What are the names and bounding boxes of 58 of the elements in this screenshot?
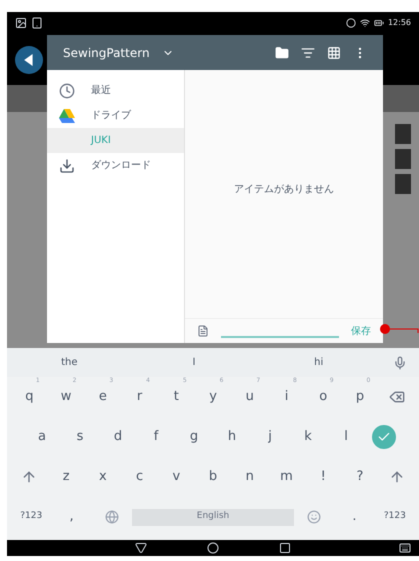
microphone-icon[interactable]	[393, 356, 408, 370]
keyboard-key[interactable]: b	[194, 457, 232, 497]
suggestion-chip[interactable]: hi	[256, 355, 382, 370]
tablet-icon	[31, 17, 43, 29]
keyboard-key[interactable]: ?123	[11, 497, 52, 537]
keyboard-key[interactable]: k	[289, 417, 327, 457]
back-icon[interactable]	[135, 542, 147, 554]
keyboard-key[interactable]: ,	[51, 497, 92, 537]
keyboard-key[interactable]: d	[99, 417, 137, 457]
back-icon	[15, 46, 43, 74]
keyboard-key[interactable]: z	[48, 457, 84, 497]
sidebar-item[interactable]: ドライブ	[47, 103, 184, 128]
keyboard-key[interactable]: f	[137, 417, 175, 457]
keyboard-key[interactable]: ?	[342, 457, 378, 497]
clock-icon	[59, 82, 75, 98]
dialog-title: SewingPattern	[63, 44, 150, 62]
dark-panel	[395, 174, 411, 194]
dark-panel	[395, 124, 411, 144]
keyboard-key[interactable]: n	[231, 457, 268, 497]
backspace-icon	[388, 389, 405, 405]
grid-icon[interactable]	[327, 46, 341, 60]
status-time: 12:56	[388, 17, 411, 29]
keyboard-key[interactable]: a	[23, 417, 61, 457]
battery-icon	[374, 18, 384, 28]
image-icon	[15, 17, 27, 29]
shift-icon	[388, 469, 405, 485]
suggestion-chip[interactable]: I	[132, 355, 256, 370]
annotation-pointer-icon	[379, 324, 419, 334]
download-icon	[59, 158, 75, 174]
keyboard-icon[interactable]	[399, 542, 411, 554]
sort-icon[interactable]	[301, 46, 315, 60]
sidebar-item[interactable]: 最近	[47, 78, 184, 103]
keyboard-key[interactable]: !	[304, 457, 342, 497]
suggestion-chip[interactable]: the	[7, 355, 132, 370]
recents-icon[interactable]	[279, 542, 291, 554]
keyboard-key[interactable]: v	[158, 457, 195, 497]
folder-icon[interactable]	[275, 46, 289, 60]
check-icon	[372, 425, 396, 449]
empty-message: アイテムがありません	[234, 183, 334, 197]
globe-icon	[105, 510, 120, 524]
document-icon	[197, 325, 209, 337]
wifi-icon	[360, 18, 370, 28]
sidebar-item[interactable]: ダウンロード	[47, 153, 184, 178]
keyboard-key[interactable]: c	[121, 457, 158, 497]
keyboard-key[interactable]: g	[175, 417, 213, 457]
keyboard-key[interactable]: x	[84, 457, 122, 497]
keyboard-key[interactable]: l	[327, 417, 365, 457]
keyboard-key[interactable]: .	[334, 497, 375, 537]
triangle-logo-icon	[59, 108, 75, 122]
smiley-icon	[307, 510, 322, 524]
space-key[interactable]: English	[132, 508, 294, 526]
home-icon[interactable]	[207, 542, 219, 554]
keyboard-key[interactable]: ?123	[374, 497, 416, 537]
keyboard-key[interactable]: m	[268, 457, 305, 497]
keyboard-key[interactable]: h	[213, 417, 251, 457]
dark-panel	[395, 149, 411, 169]
keyboard-key[interactable]: s	[61, 417, 99, 457]
keyboard-key[interactable]: j	[251, 417, 289, 457]
